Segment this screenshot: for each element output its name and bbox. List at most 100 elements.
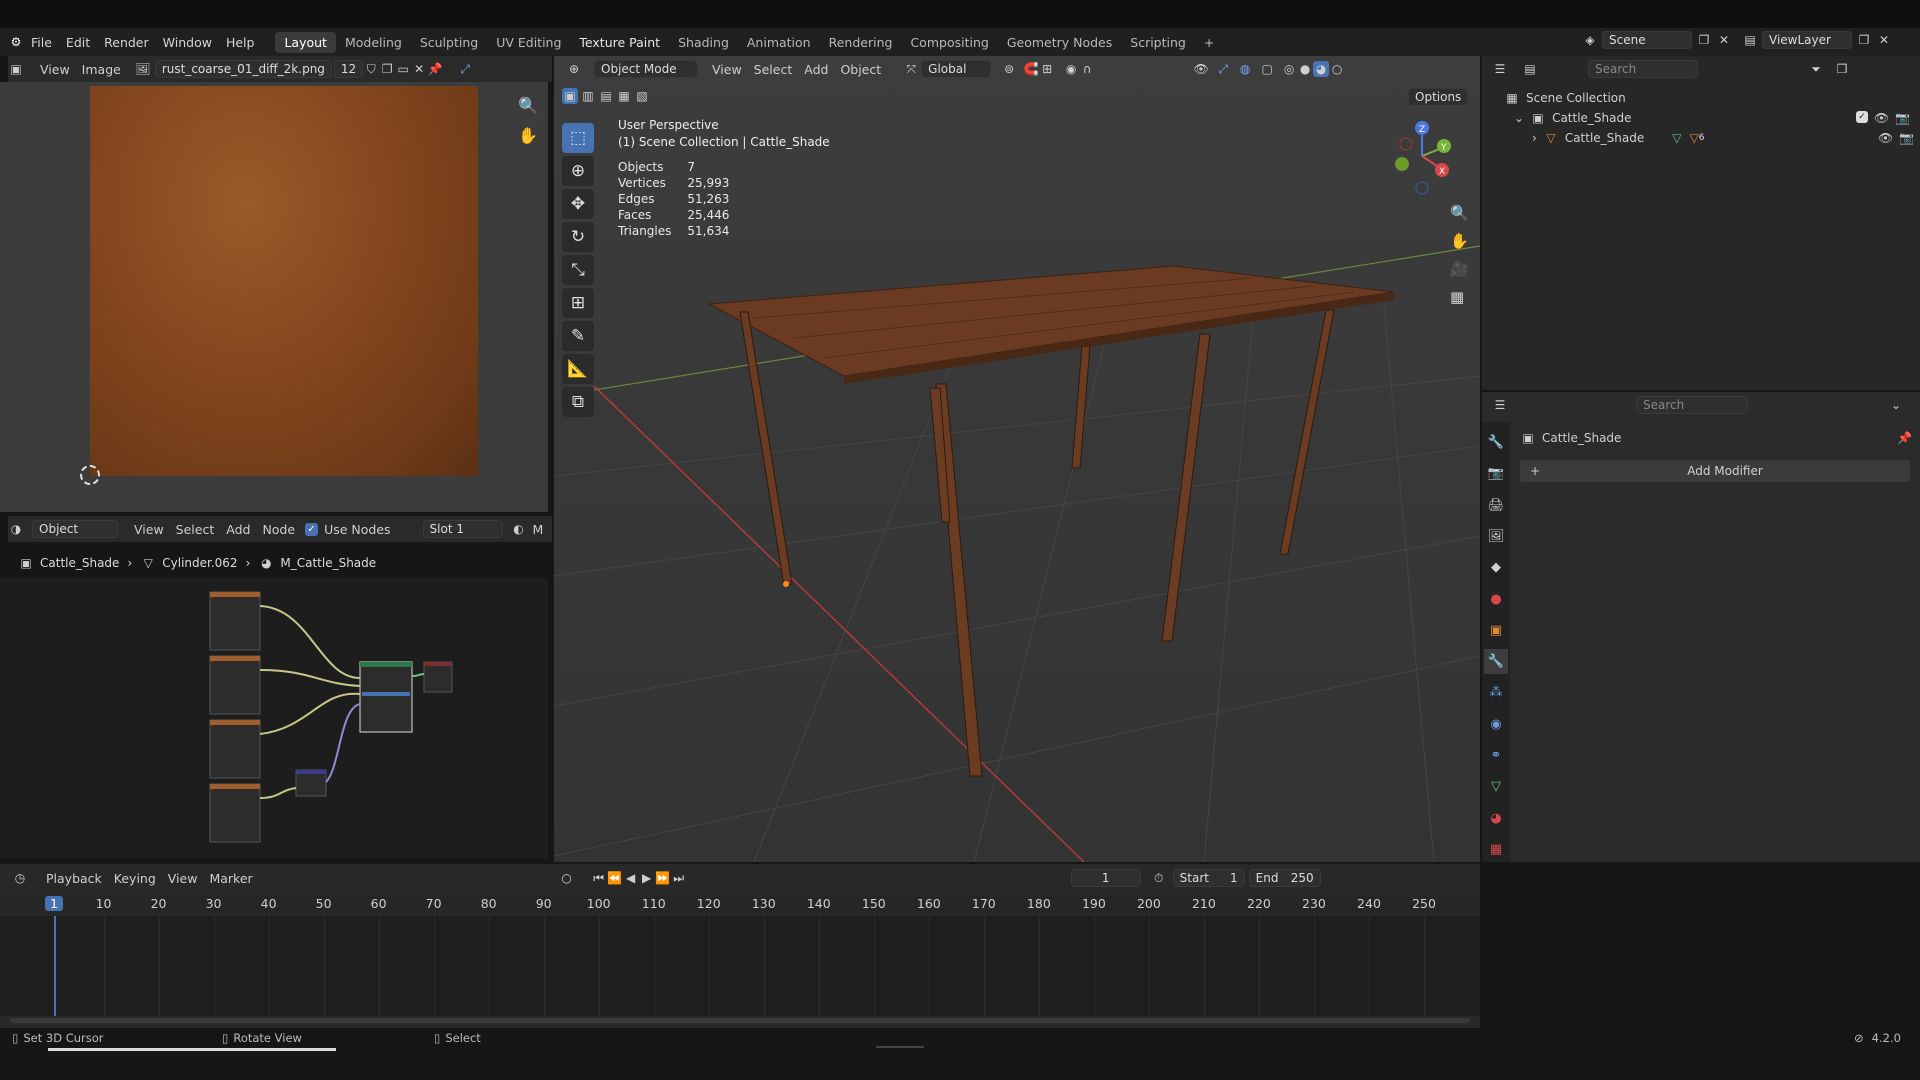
scene-tab-icon[interactable]: ◆ (1484, 555, 1508, 580)
mesh-data-icon[interactable]: ▽ (1672, 131, 1681, 145)
tab-sculpting[interactable]: Sculpting (411, 32, 487, 53)
blender-logo-icon[interactable]: ⚙ (8, 34, 24, 50)
viewport-view-menu[interactable]: View (706, 62, 748, 77)
scene-selector[interactable]: Scene (1602, 31, 1692, 49)
scene-new-icon[interactable]: ❐ (1696, 32, 1712, 48)
breadcrumb-object[interactable]: Cattle_Shade (40, 556, 119, 570)
measure-tool-icon[interactable]: 📐 (562, 354, 594, 384)
camera-view-icon[interactable]: 🎥 (1450, 260, 1469, 278)
select-box-icon[interactable]: ⬚ (562, 123, 594, 153)
cursor-tool-icon[interactable]: ⊕ (562, 156, 594, 186)
world-tab-icon[interactable]: ● (1484, 586, 1508, 611)
menu-help[interactable]: Help (219, 35, 262, 50)
object-shader-dropdown[interactable]: Object (32, 520, 118, 538)
principled-bsdf-node[interactable] (359, 661, 413, 733)
filter-icon[interactable]: ⏷ (1808, 61, 1824, 77)
expand-icon[interactable]: › (1532, 131, 1537, 145)
scene-icon[interactable]: ◈ (1582, 32, 1598, 48)
select-intersect-icon[interactable]: ▧ (634, 88, 650, 104)
display-mode-icon[interactable]: ▤ (1522, 61, 1538, 77)
xray-icon[interactable]: ▢ (1259, 61, 1275, 77)
jump-keyframe-back-icon[interactable]: ⏪ (607, 870, 623, 886)
node-canvas[interactable] (0, 578, 548, 858)
physics-tab-icon[interactable]: ◉ (1484, 712, 1508, 737)
select-extend-icon[interactable]: ▥ (580, 88, 596, 104)
timeline-keyframe-area[interactable] (0, 916, 1480, 1016)
menu-render[interactable]: Render (97, 35, 156, 50)
open-image-icon[interactable]: ▭ (395, 61, 411, 77)
image-users-count[interactable]: 12 (333, 60, 364, 78)
constraints-tab-icon[interactable]: ⚭ (1484, 743, 1508, 768)
scale-tool-icon[interactable]: ⤡ (562, 255, 594, 285)
uv-sync-icon[interactable]: ⤢ (457, 61, 473, 77)
3d-viewport[interactable]: ⊕ Object Mode View Select Add Object ⤧ G… (554, 56, 1480, 862)
node-view-menu[interactable]: View (128, 522, 170, 537)
playhead-line[interactable] (54, 916, 56, 1016)
transform-tool-icon[interactable]: ⊞ (562, 288, 594, 318)
tab-texture-paint[interactable]: Texture Paint (570, 32, 669, 53)
ortho-grid-icon[interactable]: ▦ (1450, 288, 1469, 306)
collection-include-checkbox[interactable]: ✓ (1856, 111, 1868, 123)
pin-icon[interactable]: 📌 (1897, 431, 1912, 445)
zoom-icon[interactable]: 🔍 (518, 96, 538, 115)
visibility-icon[interactable]: 👁 (1878, 131, 1893, 145)
rotate-tool-icon[interactable]: ↻ (562, 222, 594, 252)
select-new-icon[interactable]: ▣ (562, 88, 578, 104)
outliner-row-object[interactable]: › ▽ Cattle_Shade ▽ ▽ 6 👁 📷 (1504, 128, 1920, 148)
snap-icon[interactable]: 🧲 (1023, 61, 1039, 77)
properties-options-icon[interactable]: ⌄ (1888, 397, 1904, 413)
keying-menu[interactable]: Keying (108, 871, 162, 886)
properties-type-icon[interactable]: ☰ (1492, 397, 1508, 413)
particles-tab-icon[interactable]: ⁂ (1484, 680, 1508, 705)
proportional-edit-icon[interactable]: ◉ (1063, 61, 1079, 77)
node-select-menu[interactable]: Select (170, 522, 221, 537)
tab-animation[interactable]: Animation (738, 32, 820, 53)
tab-uv-editing[interactable]: UV Editing (487, 32, 570, 53)
object-mode-dropdown[interactable]: Object Mode (594, 60, 698, 78)
add-cube-tool-icon[interactable]: ⧉ (562, 387, 594, 417)
play-reverse-icon[interactable]: ◀ (623, 870, 639, 886)
object-tab-icon[interactable]: ▣ (1484, 618, 1508, 643)
fake-user-icon[interactable]: ⛉ (363, 61, 379, 77)
network-off-icon[interactable]: ⊘ (1854, 1031, 1864, 1045)
image-image-menu[interactable]: Image (76, 62, 127, 77)
properties-search[interactable]: Search (1636, 396, 1748, 414)
render-camera-icon[interactable]: 📷 (1899, 131, 1914, 145)
tab-rendering[interactable]: Rendering (820, 32, 902, 53)
falloff-icon[interactable]: ∩ (1079, 61, 1095, 77)
tab-modeling[interactable]: Modeling (336, 32, 411, 53)
visibility-icon[interactable]: 👁 (1874, 111, 1889, 125)
breadcrumb-material[interactable]: M_Cattle_Shade (280, 556, 376, 570)
pin-icon[interactable]: 📌 (427, 61, 443, 77)
data-tab-icon[interactable]: ▽ (1484, 774, 1508, 799)
pivot-point-icon[interactable]: ⊚ (1001, 61, 1017, 77)
node-editor-type-icon[interactable]: ◑ (8, 521, 24, 537)
outliner-row-root[interactable]: ▦ Scene Collection (1504, 88, 1920, 108)
frame-ruler[interactable]: 1 10 20 30 40 50 60 70 80 90 100 110 120 130 140 150 160… (0, 894, 1480, 914)
zoom-icon[interactable]: 🔍 (1450, 204, 1469, 222)
viewlayer-new-icon[interactable]: ❐ (1856, 32, 1872, 48)
material-output-node[interactable] (423, 661, 453, 693)
outliner-row-collection[interactable]: ⌄ ▣ Cattle_Shade ✓ 👁 📷 (1504, 108, 1920, 128)
unlink-image-icon[interactable]: ✕ (411, 61, 427, 77)
playback-menu[interactable]: Playback (40, 871, 108, 886)
outliner-type-icon[interactable]: ☰ (1492, 61, 1508, 77)
tab-scripting[interactable]: Scripting (1121, 32, 1195, 53)
tab-compositing[interactable]: Compositing (901, 32, 997, 53)
menu-edit[interactable]: Edit (59, 35, 97, 50)
start-frame-field[interactable]: Start 1 (1172, 869, 1245, 887)
pan-hand-icon[interactable]: ✋ (518, 126, 538, 145)
new-image-icon[interactable]: ❐ (379, 61, 395, 77)
image-filename[interactable]: rust_coarse_01_diff_2k.png (154, 60, 332, 78)
move-tool-icon[interactable]: ✥ (562, 189, 594, 219)
add-workspace-button[interactable]: + (1195, 32, 1223, 53)
auto-keying-icon[interactable]: ○ (559, 870, 575, 886)
rendered-shading-icon[interactable]: ○ (1329, 61, 1345, 77)
image-texture-node[interactable] (209, 655, 261, 715)
timeline-type-icon[interactable]: ◷ (12, 870, 28, 886)
options-dropdown[interactable]: Options (1408, 88, 1469, 106)
breadcrumb-mesh[interactable]: Cylinder.062 (162, 556, 237, 570)
timeline-view-menu[interactable]: View (162, 871, 204, 886)
image-browse-icon[interactable]: 🖼 (135, 61, 151, 77)
add-modifier-button[interactable]: + Add Modifier (1520, 460, 1910, 482)
